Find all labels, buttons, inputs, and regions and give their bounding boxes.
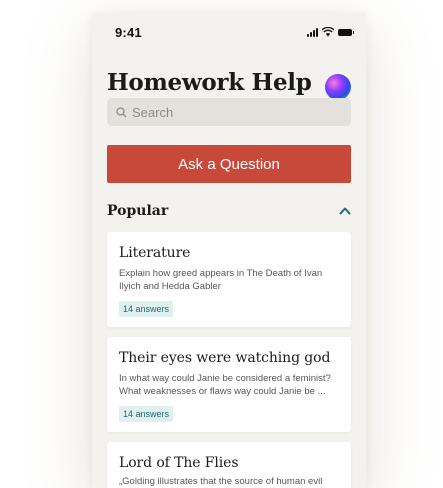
search-icon — [116, 106, 127, 118]
card-excerpt: Explain how greed appears in The Death o… — [119, 268, 323, 292]
answers-badge: 14 answers — [119, 301, 174, 317]
card-excerpt: In what way could Janie be considered a … — [119, 373, 331, 397]
section-title-popular: Popular — [107, 203, 169, 219]
search-input[interactable] — [132, 104, 332, 120]
question-card[interactable]: Their eyes were watching god In what way… — [107, 337, 351, 432]
battery-icon — [338, 29, 354, 36]
ask-question-button[interactable]: Ask a Question — [107, 145, 351, 183]
card-title: Literature — [119, 245, 191, 261]
page-title: Homework Help — [107, 69, 312, 96]
card-title: Their eyes were watching god — [119, 350, 331, 366]
status-icons — [307, 26, 354, 37]
search-bar[interactable] — [107, 98, 351, 126]
avatar[interactable] — [325, 74, 351, 100]
screen: 9:41 Homework Help Search Ask a Question… — [0, 0, 443, 488]
question-card[interactable]: Literature Explain how greed appears in … — [107, 232, 351, 327]
chevron-up-icon[interactable] — [339, 206, 351, 215]
question-card[interactable]: Lord of The Flies „Golding illustrates t… — [107, 442, 351, 488]
answers-badge: 14 answers — [119, 406, 174, 422]
status-time: 9:41 — [115, 25, 142, 40]
status-bar: 9:41 — [92, 13, 366, 51]
phone-frame: 9:41 Homework Help Search Ask a Question… — [92, 13, 366, 488]
wifi-icon — [322, 27, 334, 37]
card-excerpt: „Golding illustrates that the source of … — [119, 476, 323, 487]
card-title: Lord of The Flies — [119, 455, 239, 471]
signal-icon — [307, 27, 318, 37]
